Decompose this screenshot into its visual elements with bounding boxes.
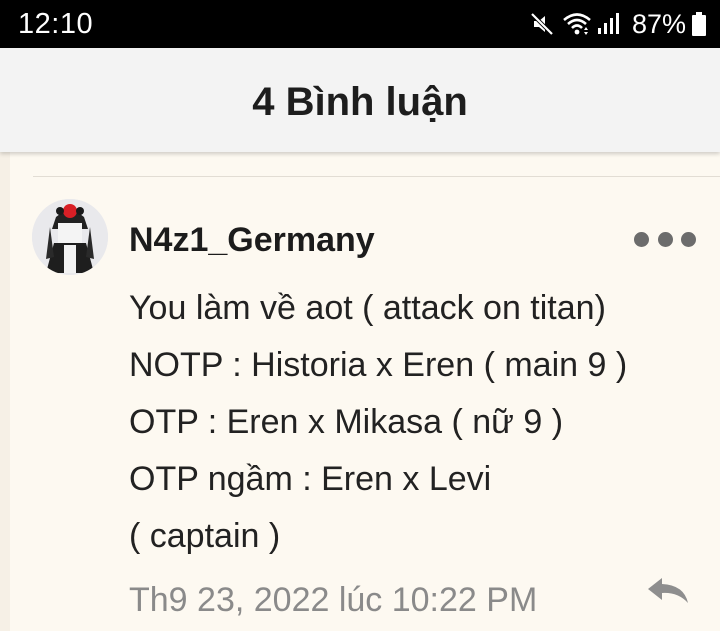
comment-line: OTP ngầm : Eren x Levi (129, 460, 492, 498)
comment-timestamp: Th9 23, 2022 lúc 10:22 PM (129, 581, 538, 619)
status-bar: 12:10 87% (0, 0, 720, 48)
status-icons: 87% (528, 8, 706, 40)
page-title: 4 Bình luận (252, 80, 468, 124)
comment-line: You làm về aot ( attack on titan) (129, 289, 606, 327)
comment-panel: N4z1_Germany You làm về aot ( attack on … (10, 152, 720, 631)
mute-icon (528, 10, 556, 38)
comment-divider (33, 176, 720, 177)
battery-icon (692, 12, 706, 36)
reply-icon (648, 578, 688, 603)
comment-line: NOTP : Historia x Eren ( main 9 ) (129, 346, 628, 384)
comment-body: You làm về aot ( attack on titan) NOTP :… (129, 280, 699, 565)
signal-icon (596, 10, 624, 38)
comment-line: ( captain ) (129, 517, 281, 555)
more-dot-icon (634, 231, 649, 247)
avatar[interactable] (32, 199, 108, 275)
reply-button[interactable] (646, 576, 690, 606)
more-dot-icon (681, 231, 696, 247)
wifi-icon (562, 10, 591, 38)
more-options-button[interactable] (634, 228, 696, 250)
battery-percent: 87% (631, 9, 686, 39)
more-dot-icon (657, 231, 673, 247)
comment-line: OTP : Eren x Mikasa ( nữ 9 ) (129, 403, 564, 441)
status-time: 12:10 (18, 8, 94, 40)
app-header: 4 Bình luận (0, 48, 720, 152)
comment-username[interactable]: N4z1_Germany (129, 220, 375, 260)
